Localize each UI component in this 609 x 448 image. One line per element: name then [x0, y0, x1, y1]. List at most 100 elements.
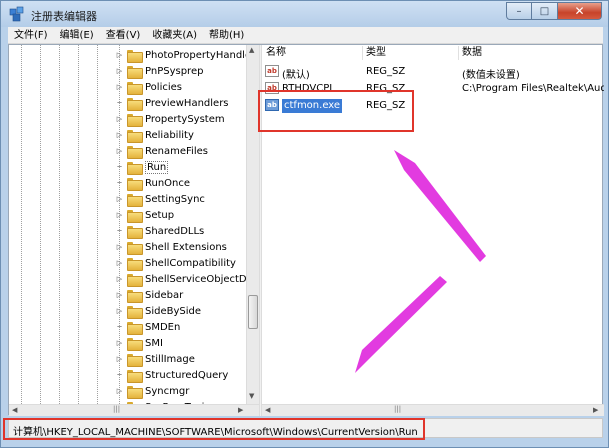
highlight-box-path [3, 418, 425, 440]
expand-arrow-icon[interactable]: ▷ [115, 83, 124, 92]
tree-leaf-connector: ─ [117, 98, 122, 107]
tree-item[interactable]: ─ PreviewHandlers [115, 95, 229, 111]
tree-item-label: PnPSysprep [145, 65, 204, 77]
expand-arrow-icon[interactable]: ▷ [115, 387, 124, 396]
menu-view[interactable]: 查看(V) [100, 27, 147, 44]
tree-item[interactable]: ─ SMDEn [115, 319, 180, 335]
expand-arrow-icon[interactable]: ▷ [115, 115, 124, 124]
tree-item[interactable]: ▷ Syncmgr [115, 383, 189, 399]
tree-item[interactable]: ▷ SMI [115, 335, 163, 351]
scroll-left-icon[interactable]: ◀ [265, 406, 270, 414]
close-button[interactable]: ✕ [558, 2, 602, 20]
tree-item[interactable]: ▷ Sidebar [115, 287, 183, 303]
tree-item[interactable]: ─ SharedDLLs [115, 223, 204, 239]
expand-arrow-icon[interactable]: ▷ [115, 131, 124, 140]
expand-arrow-icon[interactable]: ▷ [115, 243, 124, 252]
value-name: (默认) [282, 70, 310, 81]
expand-arrow-icon[interactable]: ▷ [115, 291, 124, 300]
folder-icon [127, 177, 143, 191]
column-header-data[interactable]: 数据 [462, 46, 482, 60]
registry-editor-icon [9, 6, 24, 22]
tree-item[interactable]: ─ RunOnce [115, 175, 190, 191]
column-separator[interactable] [362, 46, 363, 60]
tree-item-label: RenameFiles [145, 145, 208, 157]
tree-item[interactable]: ▷ Shell Extensions [115, 239, 227, 255]
tree-item[interactable]: ─ StructuredQuery [115, 367, 228, 383]
expand-arrow-icon[interactable]: ▷ [115, 211, 124, 220]
expand-arrow-icon[interactable]: ▷ [115, 259, 124, 268]
expand-arrow-icon[interactable]: ▷ [115, 355, 124, 364]
folder-icon [127, 305, 143, 319]
expand-arrow-icon[interactable]: ▷ [115, 67, 124, 76]
tree-guide-line [40, 45, 41, 404]
tree-item[interactable]: ▷ Reliability [115, 127, 194, 143]
folder-icon [127, 97, 143, 111]
scroll-grip-icon[interactable]: ||| [394, 405, 401, 413]
folder-icon [127, 257, 143, 271]
registry-tree: ▷ PhotoPropertyHandle ▷ PnPSysprep ▷ Policies… [9, 45, 259, 404]
menu-file[interactable]: 文件(F) [8, 27, 54, 44]
scroll-grip-icon[interactable]: ||| [113, 405, 120, 413]
menu-edit[interactable]: 编辑(E) [54, 27, 100, 44]
scroll-up-icon[interactable]: ▲ [249, 46, 254, 54]
scroll-thumb[interactable] [248, 295, 258, 329]
tree-item[interactable]: ▷ Setup [115, 207, 174, 223]
value-row[interactable]: ab (默认) REG_SZ (数值未设置) [262, 64, 604, 81]
tree-item[interactable]: ▷ PropertySystem [115, 111, 225, 127]
maximize-button[interactable]: □ [532, 2, 558, 20]
tree-item[interactable]: ▷ ShellServiceObjectDel [115, 271, 256, 287]
tree-item[interactable]: ─ Run [115, 159, 169, 175]
tree-guide-line [78, 45, 79, 404]
tree-item-label: SideBySide [145, 305, 202, 317]
tree-item-label: PhotoPropertyHandle [145, 49, 252, 61]
tree-item-label: SharedDLLs [145, 225, 205, 237]
list-horizontal-scrollbar[interactable]: ◀ ||| ▶ [262, 404, 604, 416]
tree-leaf-connector: ─ [117, 178, 122, 187]
tree-item-label: StillImage [145, 353, 195, 365]
menu-help[interactable]: 帮助(H) [203, 27, 250, 44]
expand-arrow-icon[interactable]: ▷ [115, 275, 124, 284]
tree-horizontal-scrollbar[interactable]: ◀ ||| ▶ [9, 404, 259, 416]
tree-item-label: SettingSync [145, 193, 205, 205]
tree-leaf-connector: ─ [117, 226, 122, 235]
tree-item[interactable]: ▷ StillImage [115, 351, 195, 367]
tree-item[interactable]: ▷ PnPSysprep [115, 63, 203, 79]
tree-item[interactable]: ▷ SettingSync [115, 191, 205, 207]
folder-icon [127, 161, 143, 175]
tree-item[interactable]: ▷ SideBySide [115, 303, 201, 319]
tree-item-label: Setup [145, 209, 175, 221]
tree-leaf-connector: ─ [117, 162, 122, 171]
string-value-icon: ab [265, 65, 279, 77]
tree-item-label: SMDEn [145, 321, 181, 333]
minimize-button[interactable]: – [506, 2, 532, 20]
tree-item-label: ShellServiceObjectDel [145, 273, 256, 285]
maximize-icon: □ [539, 5, 550, 17]
tree-item[interactable]: ▷ PhotoPropertyHandle [115, 47, 251, 63]
tree-leaf-connector: ─ [117, 322, 122, 331]
expand-arrow-icon[interactable]: ▷ [115, 51, 124, 60]
folder-icon [127, 273, 143, 287]
scroll-right-icon[interactable]: ▶ [238, 406, 243, 414]
tree-item[interactable]: ▷ Policies [115, 79, 182, 95]
menu-favorites[interactable]: 收藏夹(A) [146, 27, 203, 44]
title-bar[interactable]: 注册表编辑器 – □ ✕ [1, 1, 608, 27]
column-header-name[interactable]: 名称 [266, 46, 286, 60]
value-data: (数值未设置) [462, 70, 520, 81]
window-controls: – □ ✕ [506, 2, 602, 20]
expand-arrow-icon[interactable]: ▷ [115, 307, 124, 316]
scroll-left-icon[interactable]: ◀ [12, 406, 17, 414]
tree-item[interactable]: ▷ RenameFiles [115, 143, 208, 159]
expand-arrow-icon[interactable]: ▷ [115, 339, 124, 348]
tree-item[interactable]: ▷ ShellCompatibility [115, 255, 236, 271]
column-header-type[interactable]: 类型 [366, 46, 386, 60]
folder-icon [127, 369, 143, 383]
tree-item-label: RunOnce [145, 177, 191, 189]
column-separator[interactable] [458, 46, 459, 60]
expand-arrow-icon[interactable]: ▷ [115, 147, 124, 156]
folder-icon [127, 289, 143, 303]
scroll-right-icon[interactable]: ▶ [593, 406, 598, 414]
value-data: C:\Program Files\Realtek\Aud [462, 83, 604, 94]
menu-bar: 文件(F) 编辑(E) 查看(V) 收藏夹(A) 帮助(H) [8, 27, 603, 44]
scroll-down-icon[interactable]: ▼ [249, 392, 254, 400]
expand-arrow-icon[interactable]: ▷ [115, 195, 124, 204]
